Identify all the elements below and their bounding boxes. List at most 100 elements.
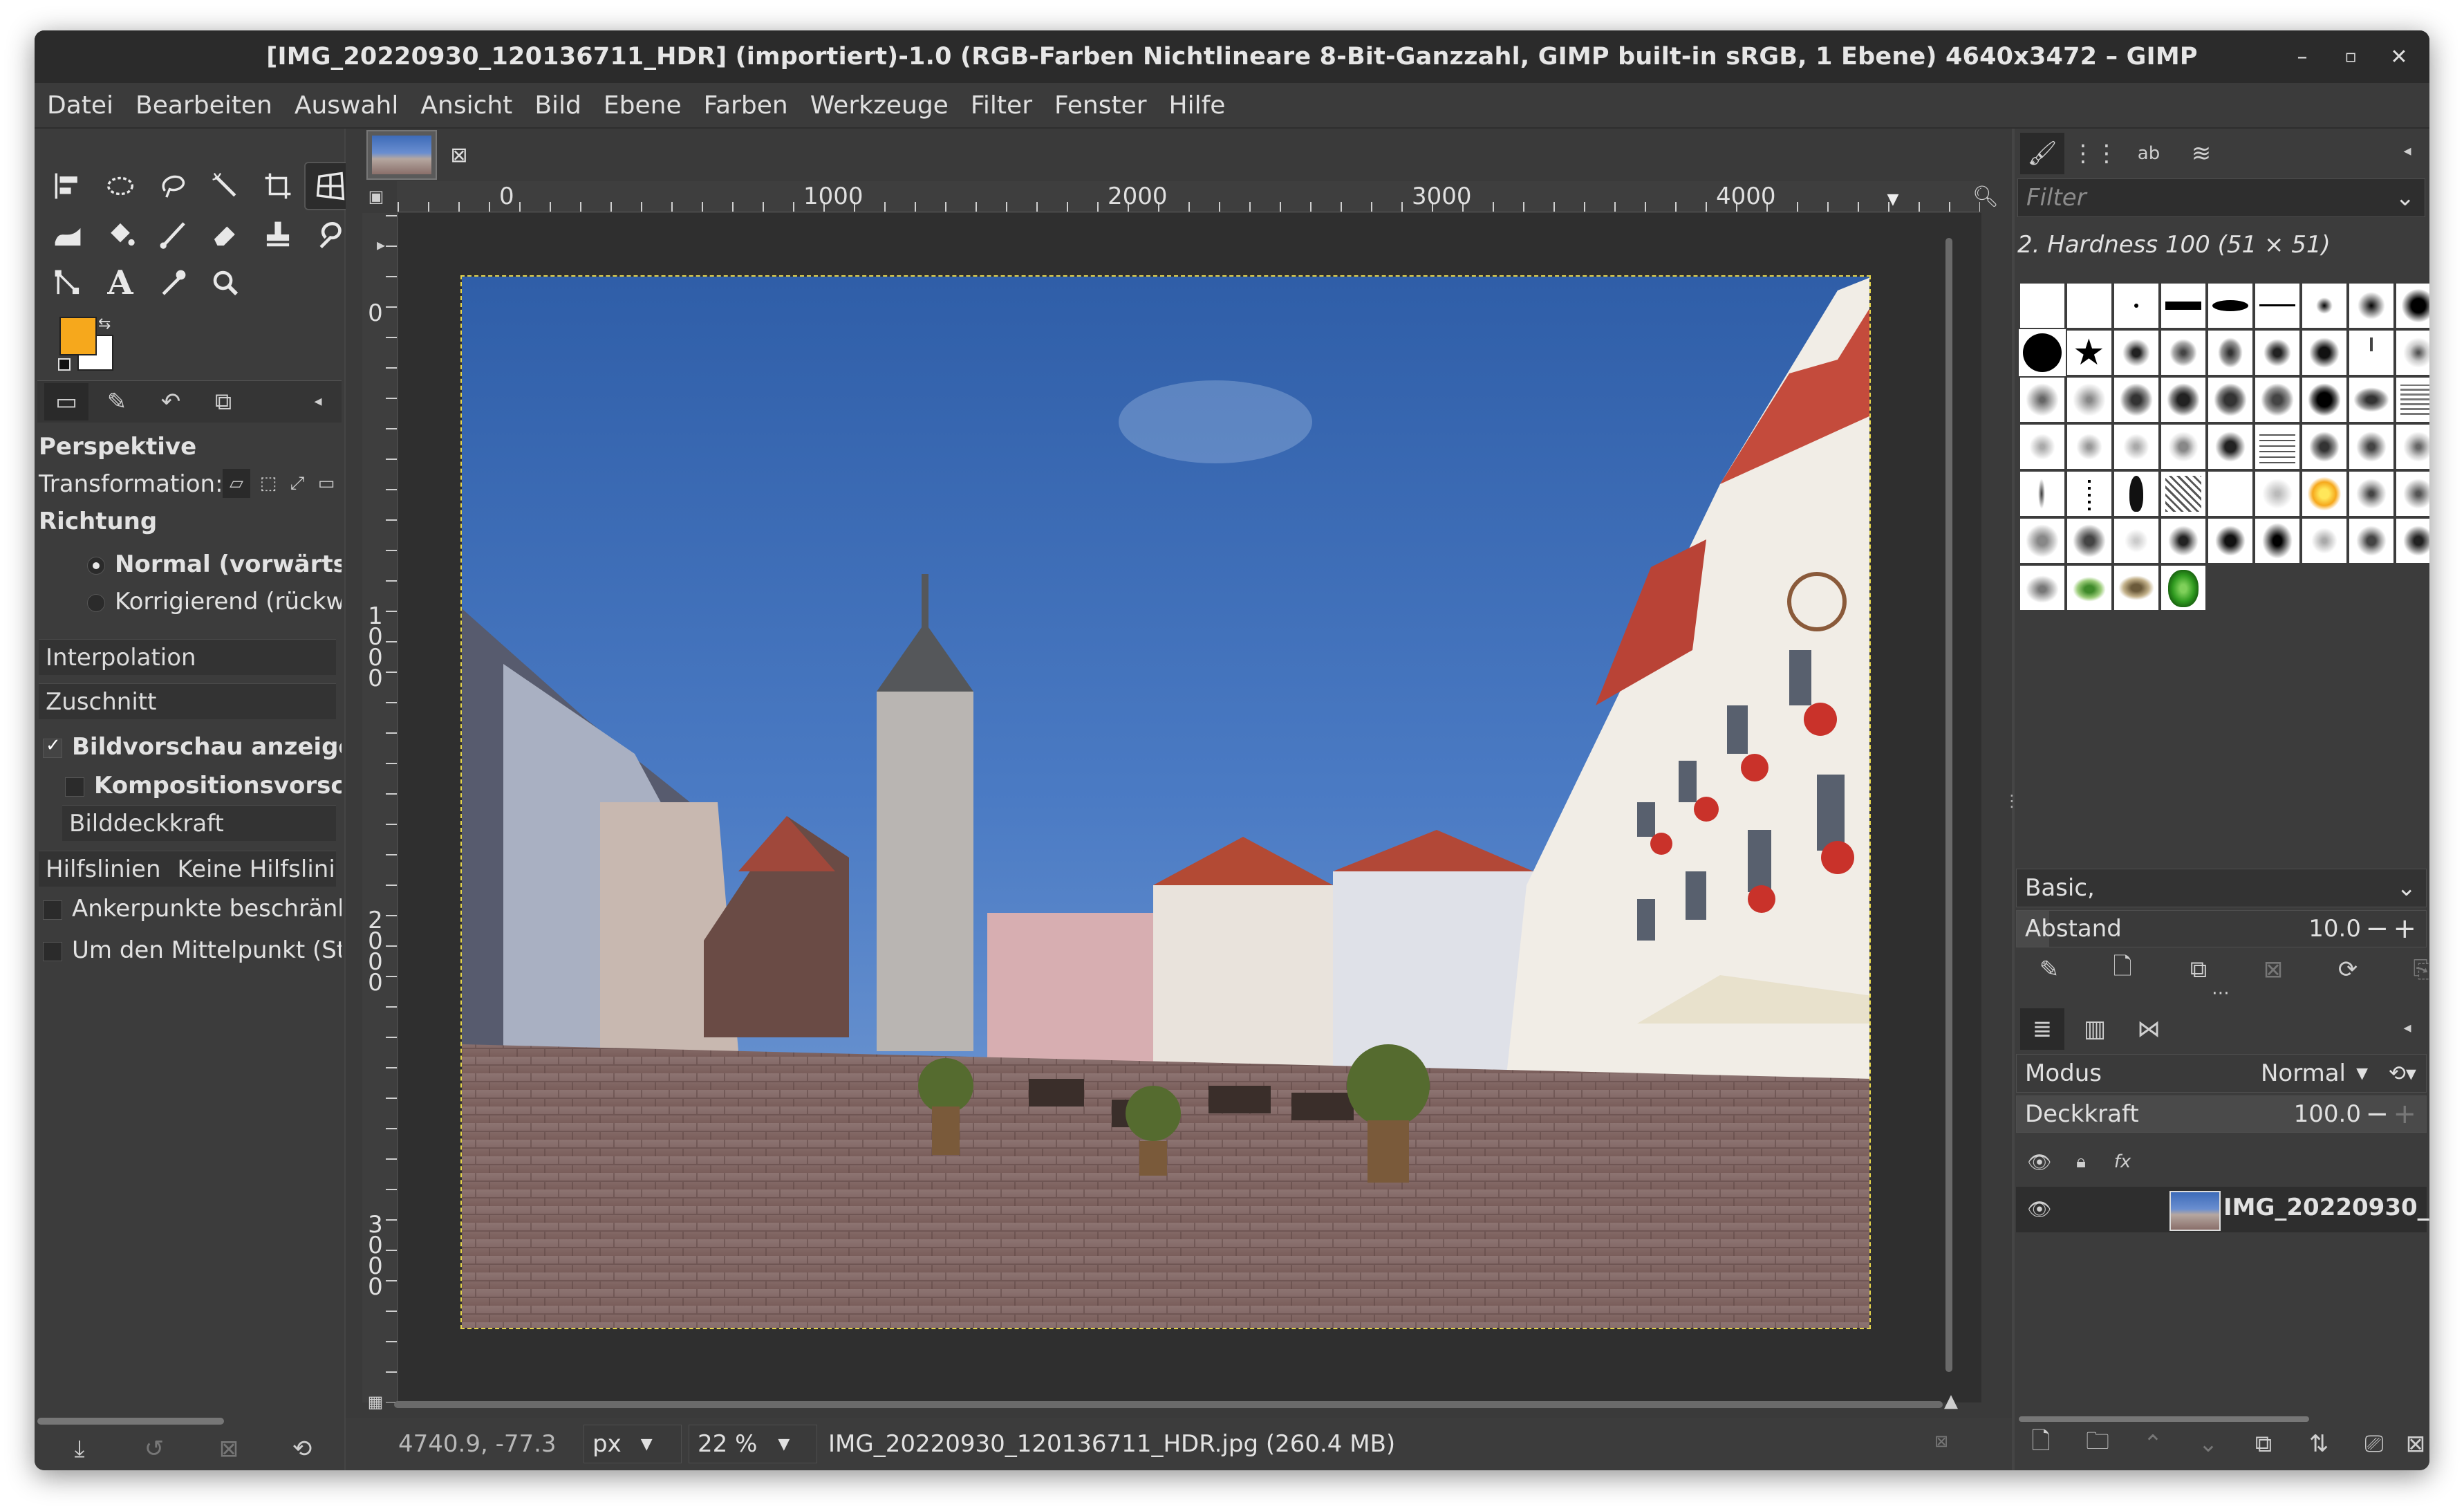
menu-fenster[interactable]: Fenster <box>1043 91 1158 120</box>
navigate-menu-icon[interactable]: ▼ <box>1880 187 1905 212</box>
align-tool-icon[interactable] <box>41 162 94 210</box>
layer-mode-dropdown[interactable]: Modus Normal ▼ ⟲▾ <box>2016 1054 2427 1093</box>
menu-auswahl[interactable]: Auswahl <box>283 91 410 120</box>
tool-options-tab-icon[interactable]: ▭ <box>44 383 88 420</box>
zoom-image-icon[interactable]: 🔍︎ <box>1970 181 2001 212</box>
warp-transform-icon[interactable] <box>41 210 94 259</box>
brush-preset-dropdown[interactable]: Basic, ⌄ <box>2016 869 2427 907</box>
brush-item[interactable] <box>2114 284 2158 328</box>
brush-spacing-slider[interactable]: Abstand 10.0 − + <box>2016 910 2427 947</box>
brush-item[interactable] <box>2114 425 2158 469</box>
layers-scrollbar[interactable] <box>2019 1416 2309 1422</box>
decrement-icon[interactable]: − <box>2365 1098 2389 1130</box>
brush-item[interactable] <box>2114 331 2158 375</box>
brush-item[interactable] <box>2067 425 2111 469</box>
brush-item[interactable] <box>2020 472 2064 516</box>
crop-tool-icon[interactable] <box>252 162 304 210</box>
brush-item[interactable] <box>2396 331 2429 375</box>
dock-separator-handle[interactable]: ⋯ <box>2205 983 2236 1003</box>
brush-item[interactable] <box>2020 284 2064 328</box>
direction-normal-radio[interactable]: Normal (vorwärts) <box>87 550 342 578</box>
brush-item[interactable] <box>2349 284 2393 328</box>
new-layer-icon[interactable]: 🗀︎ <box>2082 1427 2113 1459</box>
decrement-icon[interactable]: − <box>2365 913 2389 945</box>
brush-item[interactable] <box>2255 425 2299 469</box>
brush-item[interactable] <box>2396 519 2429 563</box>
close-image-tab-icon[interactable]: ⊠ <box>445 141 473 169</box>
toolbox-scrollbar[interactable] <box>37 1418 224 1425</box>
navigate-icon[interactable]: ▲ <box>1941 1390 1961 1412</box>
brush-item[interactable] <box>2114 378 2158 422</box>
brush-item[interactable] <box>2020 378 2064 422</box>
layer-row[interactable]: 👁︎ IMG_20220930_1201 <box>2016 1187 2429 1232</box>
menu-farben[interactable]: Farben <box>693 91 799 120</box>
menu-bild[interactable]: Bild <box>523 91 592 120</box>
layer-opacity-slider[interactable]: Deckkraft 100.0 − + <box>2016 1095 2427 1133</box>
bucket-fill-icon[interactable] <box>94 210 147 259</box>
image-canvas[interactable] <box>460 275 1871 1329</box>
layer-visibility-icon[interactable]: 👁︎ <box>2026 1195 2053 1223</box>
default-colors-icon[interactable] <box>58 358 71 371</box>
transform-path-icon[interactable]: ⤢ <box>283 469 311 498</box>
device-status-tab-icon[interactable]: ✎ <box>98 383 136 420</box>
brush-item[interactable] <box>2020 566 2064 610</box>
brush-item[interactable] <box>2161 378 2205 422</box>
menu-ansicht[interactable]: Ansicht <box>409 91 523 120</box>
fonts-tab-icon[interactable]: ab <box>2128 133 2169 174</box>
constrain-handles-checkbox[interactable]: Ankerpunkte beschränken <box>43 895 342 923</box>
brush-item[interactable] <box>2161 331 2205 375</box>
eraser-icon[interactable] <box>199 210 252 259</box>
raise-layer-icon[interactable]: ⌃ <box>2138 1429 2168 1459</box>
new-layer-group-icon[interactable]: 🗋︎ <box>2026 1427 2056 1459</box>
patterns-tab-icon[interactable]: ⋮⋮ <box>2071 133 2118 174</box>
refresh-brushes-icon[interactable]: ⟳ <box>2333 954 2363 985</box>
increment-icon[interactable]: + <box>2393 1098 2416 1130</box>
paths-tool-icon[interactable] <box>41 259 94 307</box>
clone-stamp-icon[interactable] <box>252 210 304 259</box>
delete-layer-icon[interactable]: ⊠ <box>2400 1429 2429 1459</box>
lasso-select-icon[interactable] <box>147 162 199 210</box>
brush-item[interactable] <box>2302 331 2346 375</box>
brush-item[interactable] <box>2208 472 2252 516</box>
show-preview-checkbox[interactable]: ✓ Bildvorschau anzeigen <box>43 733 342 761</box>
layers-tab-icon[interactable]: ≣ <box>2020 1008 2064 1050</box>
menu-werkzeuge[interactable]: Werkzeuge <box>799 91 960 120</box>
brush-item[interactable] <box>2208 378 2252 422</box>
brush-item[interactable] <box>2020 519 2064 563</box>
tab-menu-icon[interactable]: ◂ <box>304 387 332 415</box>
transform-image-icon[interactable]: ▭ <box>312 469 340 498</box>
restore-options-icon[interactable]: ↺ <box>137 1432 171 1466</box>
color-picker-icon[interactable] <box>147 259 199 307</box>
guides-dropdown[interactable]: HilfslinienKeine Hilfslinien <box>39 851 336 887</box>
paintbrush-icon[interactable] <box>147 210 199 259</box>
menu-datei[interactable]: Datei <box>35 91 124 120</box>
interpolation-dropdown[interactable]: Interpolation <box>39 639 336 675</box>
images-tab-icon[interactable]: ⧉ <box>205 383 242 420</box>
minimize-button[interactable]: – <box>2286 40 2319 73</box>
menu-filter[interactable]: Filter <box>960 91 1043 120</box>
from-pivot-checkbox[interactable]: Um den Mittelpunkt (Strg) <box>43 936 342 964</box>
transform-selection-icon[interactable]: ⬚ <box>254 469 282 498</box>
brush-item[interactable] <box>2302 472 2346 516</box>
brush-item[interactable] <box>2396 284 2429 328</box>
brush-item[interactable] <box>2208 284 2252 328</box>
delete-options-icon[interactable]: ⊠ <box>212 1432 246 1466</box>
brush-item[interactable] <box>2067 472 2111 516</box>
brush-item[interactable] <box>2067 566 2111 610</box>
brush-item[interactable] <box>2161 519 2205 563</box>
save-options-icon[interactable]: ⤓ <box>62 1432 97 1466</box>
paths-tab-icon[interactable]: ⋈ <box>2128 1008 2169 1050</box>
zoom-dropdown[interactable]: 22 % ▼ <box>689 1425 817 1463</box>
merge-layer-icon[interactable]: ⇅ <box>2304 1429 2334 1459</box>
brush-item[interactable] <box>2161 472 2205 516</box>
brush-as-image-icon[interactable]: ⎘ <box>2407 954 2429 985</box>
brush-item[interactable] <box>2349 378 2393 422</box>
text-tool-icon[interactable]: A <box>94 259 147 307</box>
brush-item[interactable] <box>2302 519 2346 563</box>
delete-brush-icon[interactable]: ⊠ <box>2258 954 2288 985</box>
cancel-operation-icon[interactable]: ⊠ <box>1928 1427 1955 1455</box>
transform-layer-icon[interactable]: ▱ <box>223 469 250 498</box>
brushes-tab-icon[interactable]: 🖌︎ <box>2020 133 2064 174</box>
layer-mask-icon[interactable]: ⎚ <box>2359 1429 2389 1459</box>
brush-item[interactable] <box>2396 378 2429 422</box>
